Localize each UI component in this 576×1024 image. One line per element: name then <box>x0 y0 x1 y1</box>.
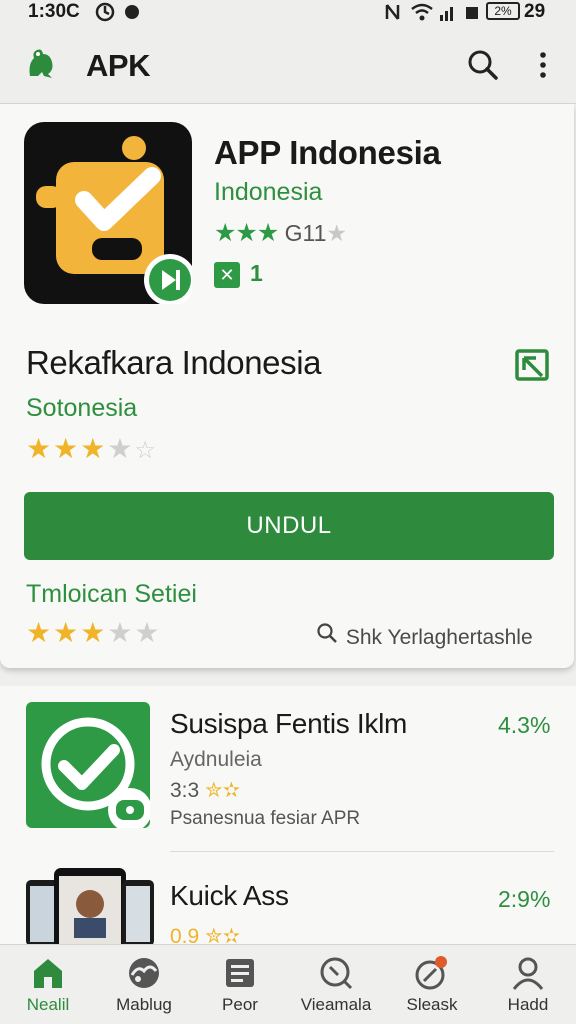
nav-item-games[interactable]: Mablug <box>96 945 192 1024</box>
detail-title: Rekafkara Indonesia <box>26 344 322 381</box>
install-count-row: ✕ 1 <box>214 260 263 288</box>
nav-label: Mablug <box>116 995 172 1014</box>
list-app-rating: 3:3 ✮✫ <box>170 778 240 803</box>
nav-label: Vieamala <box>300 995 372 1014</box>
list-item[interactable]: Susispa Fentis Iklm 4.3% Aydnuleia 3:3 ✮… <box>0 686 576 852</box>
nav-label: Peor <box>222 995 258 1014</box>
app-icon[interactable] <box>26 702 152 832</box>
nav-item-profile[interactable]: Hadd <box>480 945 576 1024</box>
search-icon[interactable] <box>466 48 500 82</box>
signal-icon <box>438 1 458 29</box>
rating-stars: ★★★ <box>214 219 279 247</box>
review-rating-stars: ★★★★★ <box>26 617 162 648</box>
list-rating-value: 3:3 <box>170 779 200 802</box>
status-time: 1:30C <box>28 1 80 22</box>
wifi-icon <box>410 1 434 29</box>
explore-icon <box>318 955 354 991</box>
battery-level: 29 <box>524 1 546 22</box>
download-icon: ✕ <box>214 261 240 288</box>
search-small-icon <box>316 622 340 650</box>
home-icon <box>30 955 66 991</box>
list-app-meta: Psanesnua fesiar APR <box>170 808 361 829</box>
frog-logo-icon[interactable] <box>26 46 56 80</box>
timer-icon <box>94 1 116 29</box>
rating-stars: ✮✫ <box>205 779 241 802</box>
list-app-percent: 2:9% <box>498 886 551 912</box>
featured-rating: ★★★ G11★ <box>214 218 347 248</box>
list-app-percent: 4.3% <box>498 712 551 738</box>
install-button[interactable]: UNDUL <box>24 492 554 560</box>
review-search[interactable]: Shk Yerlaghertashle <box>316 622 533 650</box>
games-icon <box>126 955 162 991</box>
bottom-navigation: Nealil Mablug Peor Vieamala Sleask Hadd <box>0 944 576 1024</box>
list-app-developer: Aydnuleia <box>170 748 262 771</box>
app-title: APK <box>86 48 150 83</box>
nav-label: Nealil <box>26 995 70 1014</box>
battery-indicator: 2% <box>486 2 520 20</box>
list-app-name: Susispa Fentis Iklm <box>170 708 408 739</box>
nav-label: Hadd <box>507 995 549 1014</box>
news-icon <box>222 955 258 991</box>
phone-screenshots-image[interactable] <box>26 866 154 944</box>
detail-subtitle: Sotonesia <box>26 394 138 422</box>
detail-rating-stars: ★★★★☆ <box>26 433 158 464</box>
install-count: 1 <box>250 260 263 286</box>
nav-item-home[interactable]: Nealil <box>0 945 96 1024</box>
share-icon[interactable] <box>514 348 552 382</box>
profile-icon <box>510 955 546 991</box>
notification-dot-icon <box>124 1 140 29</box>
list-item[interactable]: Kuick Ass 2:9% 0.9 ✮✫ <box>0 852 576 948</box>
no-sim-icon <box>384 1 404 29</box>
review-title[interactable]: Tmloican Setiei <box>26 580 197 609</box>
app-icon[interactable] <box>24 122 196 306</box>
list-app-name: Kuick Ass <box>170 880 289 911</box>
battery-saver-icon <box>464 1 480 29</box>
featured-app-card: APP Indonesia Indonesia ★★★ G11★ ✕ 1 Reka… <box>0 104 574 668</box>
nav-item-news[interactable]: Peor <box>192 945 288 1024</box>
rating-text: G11 <box>284 220 327 246</box>
developer-name[interactable]: Indonesia <box>214 178 322 207</box>
app-name: APP Indonesia <box>214 134 441 171</box>
rocket-icon <box>414 955 450 991</box>
nav-item-explore[interactable]: Vieamala <box>288 945 384 1024</box>
nav-item-rocket[interactable]: Sleask <box>384 945 480 1024</box>
status-bar: 1:30C 2% 29 <box>0 0 576 26</box>
empty-star-icon: ★ <box>326 220 348 246</box>
app-bar: APK <box>0 26 576 104</box>
nav-label: Sleask <box>406 995 458 1014</box>
more-vert-icon[interactable] <box>532 50 554 80</box>
search-note-text: Shk Yerlaghertashle <box>345 626 533 649</box>
